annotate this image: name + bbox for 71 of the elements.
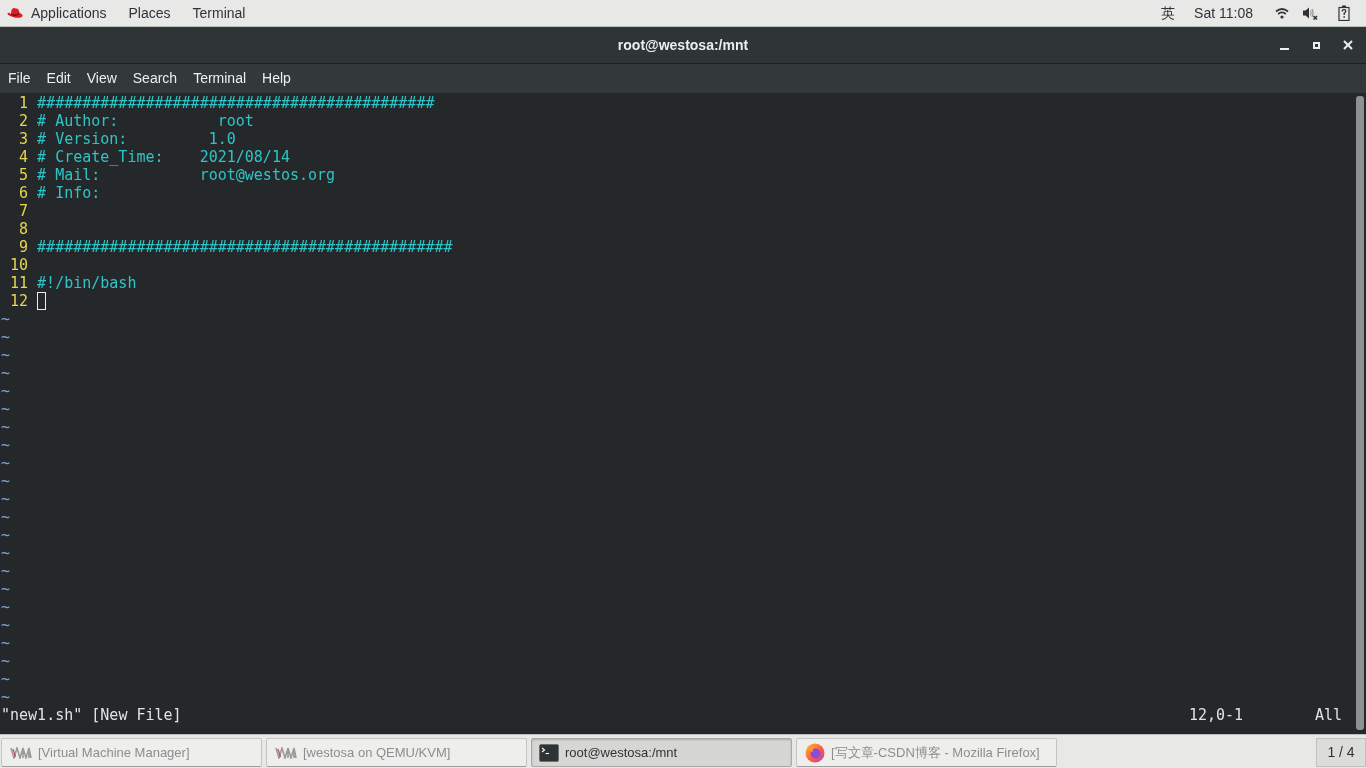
cursor-position: 12,0-1 bbox=[1188, 706, 1245, 724]
empty-line-marker: ~ bbox=[1, 580, 11, 598]
empty-line-marker: ~ bbox=[1, 508, 11, 526]
empty-line-marker: ~ bbox=[1, 454, 11, 472]
menu-item[interactable]: Edit bbox=[38, 64, 79, 93]
minimize-icon bbox=[1279, 48, 1289, 50]
status-message: "new1.sh" [New File] bbox=[1, 706, 182, 724]
empty-line-marker: ~ bbox=[1, 670, 11, 688]
empty-line-marker: ~ bbox=[1, 688, 11, 706]
menu-item[interactable]: Search bbox=[124, 64, 186, 93]
menu-item[interactable]: Terminal bbox=[185, 64, 255, 93]
input-method-indicator[interactable]: 英 bbox=[1161, 2, 1176, 24]
wifi-icon[interactable] bbox=[1275, 7, 1289, 19]
workspace-pager[interactable]: 1 / 4 bbox=[1316, 738, 1366, 767]
terminal-icon bbox=[539, 743, 559, 762]
line-number: 12 bbox=[9, 292, 29, 310]
empty-line-marker: ~ bbox=[1, 472, 11, 490]
line-number: 4 bbox=[18, 148, 29, 166]
zigzag-logo-icon bbox=[10, 746, 32, 759]
line-number: 2 bbox=[18, 112, 29, 130]
code-line: #!/bin/bash bbox=[37, 274, 137, 292]
speaker-muted-icon[interactable] bbox=[1302, 6, 1318, 20]
zigzag-logo-icon bbox=[275, 746, 297, 759]
empty-line-marker: ~ bbox=[1, 652, 11, 670]
hat-logo-icon bbox=[7, 7, 23, 19]
empty-line-marker: ~ bbox=[1, 364, 11, 382]
line-number: 9 bbox=[18, 238, 29, 256]
code-line: ############################################## bbox=[37, 238, 453, 256]
scroll-position: All bbox=[1314, 706, 1342, 724]
line-number: 1 bbox=[18, 94, 29, 112]
empty-line-marker: ~ bbox=[1, 544, 11, 562]
battery-unknown-icon[interactable] bbox=[1338, 5, 1350, 21]
code-line: # Author: root bbox=[37, 112, 254, 130]
window-title: root@westosa:/mnt bbox=[617, 35, 749, 55]
line-number: 11 bbox=[9, 274, 29, 292]
line-number: 6 bbox=[18, 184, 29, 202]
empty-line-marker: ~ bbox=[1, 526, 11, 544]
empty-line-marker: ~ bbox=[1, 328, 11, 346]
menu-item[interactable]: File bbox=[0, 64, 39, 93]
menu-item[interactable]: View bbox=[78, 64, 125, 93]
line-number: 5 bbox=[18, 166, 29, 184]
line-number: 7 bbox=[18, 202, 29, 220]
empty-line-marker: ~ bbox=[1, 400, 11, 418]
clock[interactable]: Sat 11:08 bbox=[1194, 2, 1253, 24]
empty-line-marker: ~ bbox=[1, 310, 11, 328]
code-line: # Mail: root@westos.org bbox=[37, 166, 336, 184]
top-bar-menu[interactable]: Applications bbox=[31, 2, 107, 24]
code-line: ############################################ bbox=[37, 94, 435, 112]
empty-line-marker: ~ bbox=[1, 346, 11, 364]
maximize-icon bbox=[1312, 41, 1320, 49]
menu-item[interactable]: Help bbox=[254, 64, 299, 93]
empty-line-marker: ~ bbox=[1, 598, 11, 616]
browser-logo-icon bbox=[805, 742, 825, 763]
empty-line-marker: ~ bbox=[1, 562, 11, 580]
empty-line-marker: ~ bbox=[1, 616, 11, 634]
code-line: # Info: bbox=[37, 184, 101, 202]
line-number: 8 bbox=[18, 220, 29, 238]
scrollbar-thumb[interactable] bbox=[1356, 96, 1364, 730]
top-bar-menu[interactable]: Places bbox=[128, 2, 171, 24]
empty-line-marker: ~ bbox=[1, 418, 11, 436]
empty-line-marker: ~ bbox=[1, 490, 11, 508]
code-line: # Create_Time: 2021/08/14 bbox=[37, 148, 290, 166]
line-number: 3 bbox=[18, 130, 29, 148]
empty-line-marker: ~ bbox=[1, 382, 11, 400]
code-line: # Version: 1.0 bbox=[37, 130, 236, 148]
top-bar-menu[interactable]: Terminal bbox=[192, 2, 246, 24]
empty-line-marker: ~ bbox=[1, 436, 11, 454]
empty-line-marker: ~ bbox=[1, 634, 11, 652]
close-icon bbox=[1343, 40, 1353, 50]
taskbar-window-button[interactable]: root@westosa:/mnt bbox=[531, 738, 792, 767]
line-number: 10 bbox=[9, 256, 29, 274]
